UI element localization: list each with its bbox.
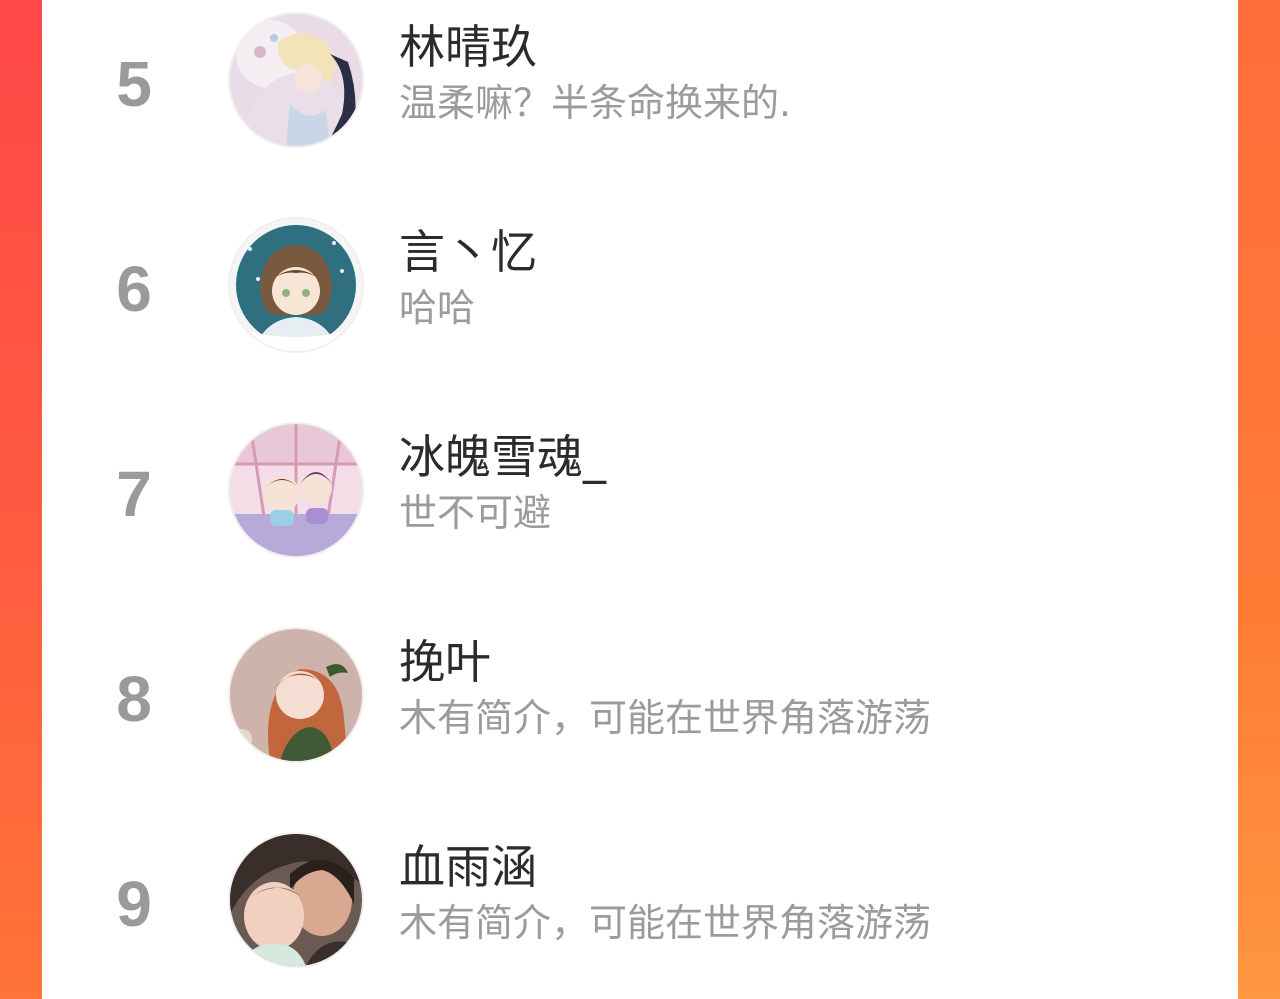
ranking-list-item[interactable]: 8 挽叶 木有简介，可能在世界角落游荡 (42, 615, 1238, 795)
rank-number: 5 (116, 48, 152, 120)
user-avatar-icon[interactable] (230, 834, 362, 966)
user-bio: 世不可避 (399, 491, 552, 535)
anime-avatar-icon (230, 219, 362, 351)
user-avatar-icon[interactable] (230, 629, 362, 761)
rank-number: 7 (116, 458, 152, 530)
background-left-edge (0, 0, 42, 999)
user-bio: 木有简介，可能在世界角落游荡 (399, 696, 932, 740)
ranking-list-item[interactable]: 9 血雨涵 木有简介，可能在世界角落游荡 (42, 820, 1238, 999)
rank-number: 9 (116, 868, 152, 940)
ranking-list-item[interactable]: 6 言丶忆 哈哈 (42, 205, 1238, 385)
anime-avatar-icon (230, 14, 362, 146)
anime-avatar-icon (230, 424, 362, 556)
user-avatar-icon[interactable] (230, 424, 362, 556)
photo-avatar-icon (230, 834, 362, 966)
user-avatar-icon[interactable] (230, 219, 362, 351)
background-right-edge (1238, 0, 1280, 999)
user-bio: 木有简介，可能在世界角落游荡 (399, 901, 932, 945)
user-name: 冰魄雪魂_ (399, 430, 606, 484)
user-name: 林晴玖 (399, 20, 537, 74)
rank-number: 6 (116, 253, 152, 325)
ranking-list-item[interactable]: 5 林晴玖 温柔嘛？半条命换来的. (42, 0, 1238, 180)
ranking-list-panel: 5 林晴玖 温柔嘛？半条命换来的. 6 言丶忆 哈哈 7 冰魄雪魂_ 世不可避 … (42, 0, 1238, 999)
rank-number: 8 (116, 663, 152, 735)
ranking-list-item[interactable]: 7 冰魄雪魂_ 世不可避 (42, 410, 1238, 590)
user-bio: 哈哈 (399, 286, 476, 330)
anime-avatar-icon (230, 629, 362, 761)
user-name: 言丶忆 (399, 225, 537, 279)
user-bio: 温柔嘛？半条命换来的. (399, 81, 792, 125)
user-name: 血雨涵 (399, 840, 537, 894)
user-avatar-icon[interactable] (230, 14, 362, 146)
user-name: 挽叶 (399, 635, 491, 689)
